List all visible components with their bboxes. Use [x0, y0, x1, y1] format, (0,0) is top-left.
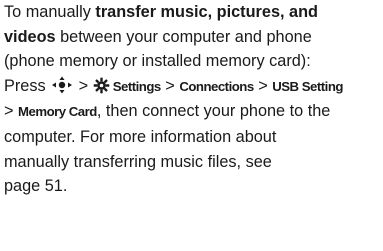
text-transfer-bold: transfer music, pictures, and	[95, 3, 318, 21]
line-3: (phone memory or installed memory card):	[4, 49, 383, 74]
line-7: manually transferring music files, see	[4, 150, 383, 175]
text-videos-bold: videos	[4, 27, 56, 46]
line-4: Press > Settings > Connections > USB Set…	[4, 74, 383, 100]
menu-usb-setting: USB Setting	[272, 78, 343, 94]
menu-connections: Connections	[179, 78, 254, 94]
line-8: page 51.	[4, 174, 383, 199]
line-6: computer. For more information about	[4, 125, 383, 150]
text-intro: To manually	[4, 3, 96, 21]
separator-1: >	[74, 76, 93, 95]
line-1: To manually transfer music, pictures, an…	[4, 0, 383, 25]
separator-3: >	[253, 76, 273, 95]
text-then-connect: , then connect your phone to the	[96, 102, 331, 121]
text-press: Press	[4, 76, 51, 95]
menu-memory-card: Memory Card	[18, 104, 97, 120]
text-between: between your computer and phone	[55, 27, 312, 46]
text-memory-note: (phone memory or installed memory card):	[4, 52, 311, 71]
text-more-info: computer. For more information about	[4, 127, 277, 146]
line-2: videos between your computer and phone	[4, 25, 383, 50]
text-page-reference: page 51.	[4, 177, 68, 196]
menu-settings: Settings	[112, 78, 162, 94]
manual-page: To manually transfer music, pictures, an…	[0, 0, 383, 251]
text-manually-transferring: manually transferring music files, see	[4, 152, 272, 171]
settings-gear-icon	[93, 77, 110, 94]
separator-2: >	[160, 76, 180, 95]
navigation-key-icon	[52, 76, 73, 94]
instruction-paragraph: To manually transfer music, pictures, an…	[4, 0, 383, 199]
line-5: > Memory Card, then connect your phone t…	[4, 99, 383, 125]
separator-4: >	[4, 102, 19, 121]
